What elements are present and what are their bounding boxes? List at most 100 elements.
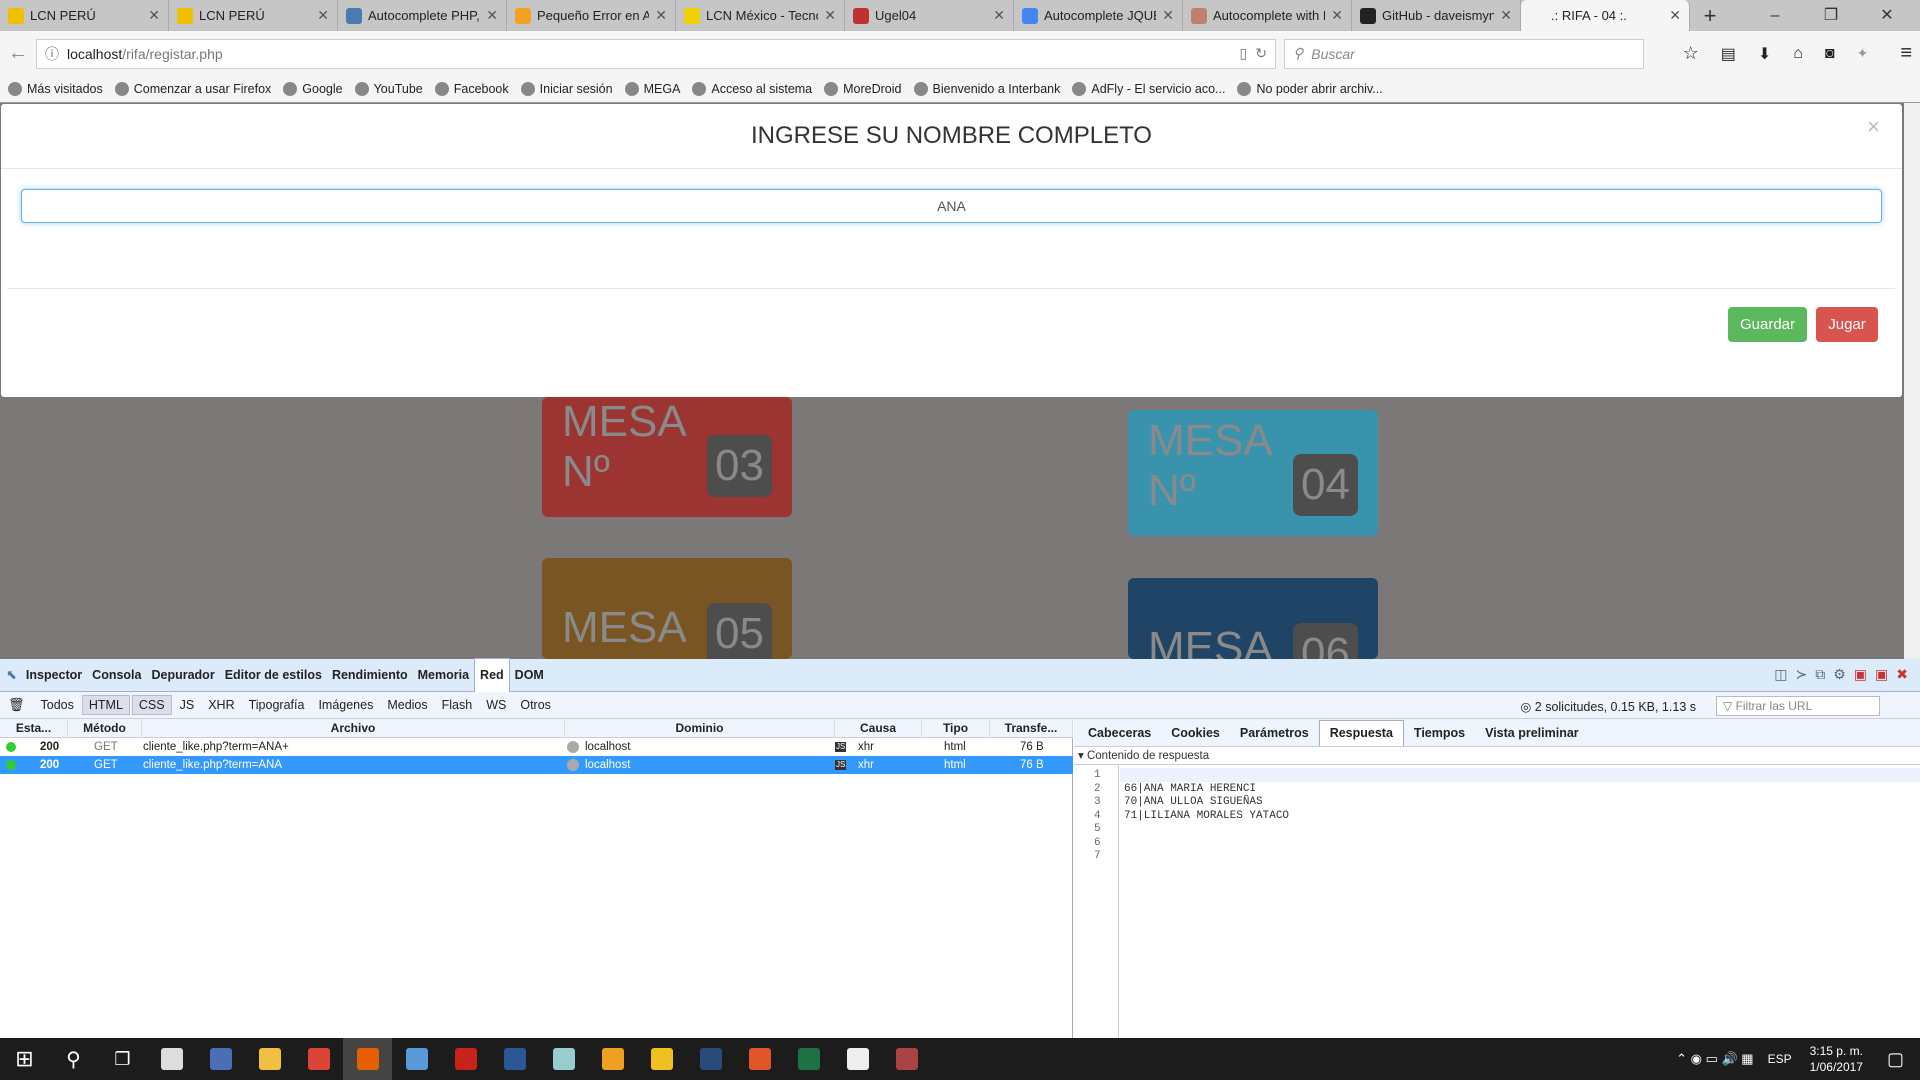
name-input[interactable]: [21, 189, 1882, 223]
browser-tab[interactable]: Autocomplete PHP, ✕: [338, 0, 507, 31]
browser-tab[interactable]: LCN México - Tecno ✕: [676, 0, 845, 31]
close-tab-icon[interactable]: ✕: [1162, 7, 1174, 24]
detail-tab[interactable]: Cookies: [1161, 721, 1230, 746]
column-header[interactable]: Dominio: [565, 719, 835, 738]
taskbar-app-icon[interactable]: [833, 1038, 882, 1080]
play-button[interactable]: Jugar: [1816, 307, 1878, 342]
devtools-tab[interactable]: Memoria: [413, 659, 474, 692]
clock[interactable]: 3:15 p. m. 1/06/2017: [1810, 1043, 1863, 1075]
filter-button[interactable]: CSS: [131, 695, 172, 715]
mesa-card[interactable]: MESA Nº 03: [542, 397, 792, 517]
detail-tab[interactable]: Respuesta: [1318, 720, 1404, 746]
taskbar-app-icon[interactable]: [784, 1038, 833, 1080]
gear-icon[interactable]: ⚙: [1833, 666, 1846, 683]
close-tab-icon[interactable]: ✕: [1669, 7, 1681, 24]
detail-tab[interactable]: Tiempos: [1404, 721, 1475, 746]
bookmark-item[interactable]: YouTube: [354, 82, 423, 96]
browser-tab[interactable]: LCN PERÚ ✕: [169, 0, 338, 31]
taskbar-app-icon[interactable]: [637, 1038, 686, 1080]
browser-tab[interactable]: Pequeño Error en Au ✕: [507, 0, 676, 31]
trash-icon[interactable]: 🗑: [8, 697, 25, 713]
taskbar-app-icon[interactable]: [686, 1038, 735, 1080]
filter-button[interactable]: Imágenes: [312, 696, 379, 714]
detail-tab[interactable]: Cabeceras: [1078, 721, 1161, 746]
taskbar-app-icon[interactable]: [588, 1038, 637, 1080]
language-indicator[interactable]: ESP: [1768, 1052, 1792, 1066]
column-header[interactable]: Tipo: [922, 719, 990, 738]
close-tab-icon[interactable]: ✕: [993, 7, 1005, 24]
download-icon[interactable]: ⬇: [1758, 44, 1771, 64]
reload-icon[interactable]: ↻: [1255, 45, 1267, 62]
bookmark-item[interactable]: MoreDroid: [824, 82, 902, 96]
browser-tab[interactable]: .: RIFA - 04 :. ✕: [1521, 0, 1690, 31]
windows-start-icon[interactable]: ⊞: [0, 1038, 49, 1080]
filter-button[interactable]: XHR: [202, 696, 240, 714]
taskbar-app-icon[interactable]: [392, 1038, 441, 1080]
bookmark-item[interactable]: Más visitados: [8, 82, 103, 96]
filter-button[interactable]: Flash: [436, 696, 479, 714]
taskbar-app-icon[interactable]: [441, 1038, 490, 1080]
address-bar[interactable]: ⓘ localhost/rifa/registar.php ▯ ↻: [36, 38, 1276, 69]
save-button[interactable]: Guardar: [1728, 307, 1807, 342]
mesa-card[interactable]: MESA Nº06: [1128, 578, 1378, 722]
taskbar-app-icon[interactable]: [735, 1038, 784, 1080]
close-icon[interactable]: ×: [1867, 114, 1880, 140]
picker-icon[interactable]: ⬉: [6, 667, 17, 683]
bookmark-item[interactable]: MEGA: [624, 82, 680, 96]
search-icon[interactable]: ⚲: [49, 1038, 98, 1080]
close-devtools-icon[interactable]: ✖: [1896, 666, 1908, 683]
taskbar-app-icon[interactable]: [882, 1038, 931, 1080]
taskbar-app-icon[interactable]: [343, 1038, 392, 1080]
taskbar-app-icon[interactable]: [147, 1038, 196, 1080]
bookmark-item[interactable]: Facebook: [434, 82, 509, 96]
devtools-tab[interactable]: Inspector: [21, 659, 87, 692]
devtools-tab[interactable]: Depurador: [146, 659, 219, 692]
column-header[interactable]: Transfe...: [990, 719, 1073, 738]
minimize-icon[interactable]: –: [1752, 0, 1798, 31]
restore-icon[interactable]: ❐: [1808, 0, 1854, 31]
bookmark-item[interactable]: Acceso al sistema: [692, 82, 812, 96]
bookmark-item[interactable]: No poder abrir archiv...: [1237, 82, 1383, 96]
filter-button[interactable]: Otros: [514, 696, 557, 714]
taskbar-app-icon[interactable]: [539, 1038, 588, 1080]
notifications-icon[interactable]: ▢: [1887, 1049, 1904, 1070]
column-header[interactable]: Causa: [835, 719, 922, 738]
library-icon[interactable]: ▤: [1721, 44, 1736, 64]
section-toggle[interactable]: ▾ Contenido de respuesta: [1074, 747, 1920, 765]
close-tab-icon[interactable]: ✕: [148, 7, 160, 24]
close-tab-icon[interactable]: ✕: [655, 7, 667, 24]
devtools-tab[interactable]: Rendimiento: [327, 659, 413, 692]
close-tab-icon[interactable]: ✕: [1500, 7, 1512, 24]
taskbar-app-icon[interactable]: [490, 1038, 539, 1080]
home-icon[interactable]: ⌂: [1793, 45, 1803, 63]
close-window-icon[interactable]: ✕: [1864, 0, 1910, 31]
filter-button[interactable]: WS: [480, 696, 512, 714]
column-header[interactable]: Esta...: [0, 719, 68, 738]
devtools-tab[interactable]: DOM: [510, 659, 549, 692]
pocket-icon[interactable]: ◙: [1825, 45, 1835, 63]
browser-tab[interactable]: LCN PERÚ ✕: [0, 0, 169, 31]
taskbar-app-icon[interactable]: [196, 1038, 245, 1080]
filter-button[interactable]: Todos: [35, 696, 80, 714]
request-row[interactable]: 200 GET cliente_like.php?term=ANA+ localhos…: [0, 738, 1073, 756]
bookmark-item[interactable]: Bienvenido a Interbank: [913, 82, 1060, 96]
close-tab-icon[interactable]: ✕: [1331, 7, 1343, 24]
detail-tab[interactable]: Parámetros: [1230, 721, 1319, 746]
console-icon[interactable]: ≻: [1796, 666, 1808, 683]
back-icon[interactable]: ←: [8, 42, 28, 65]
mesa-card[interactable]: MESA Nº 04: [1128, 410, 1378, 536]
request-row[interactable]: 200 GET cliente_like.php?term=ANA localhost…: [0, 756, 1073, 774]
filter-button[interactable]: HTML: [81, 695, 130, 715]
extension-icon[interactable]: ✦: [1857, 45, 1869, 62]
taskbar-app-icon[interactable]: [245, 1038, 294, 1080]
column-header[interactable]: Archivo: [142, 719, 565, 738]
page-scrollbar[interactable]: [1904, 103, 1920, 659]
mesa-card[interactable]: MESA Nº05: [542, 558, 792, 702]
browser-tab[interactable]: GitHub - daveismyna ✕: [1352, 0, 1521, 31]
filter-button[interactable]: JS: [174, 696, 201, 714]
menu-icon[interactable]: ≡: [1900, 42, 1912, 65]
browser-tab[interactable]: Autocomplete with P ✕: [1183, 0, 1352, 31]
taskbar-app-icon[interactable]: [294, 1038, 343, 1080]
layout-icon[interactable]: ◫: [1774, 666, 1787, 683]
dock-icon[interactable]: ▣: [1854, 666, 1867, 683]
